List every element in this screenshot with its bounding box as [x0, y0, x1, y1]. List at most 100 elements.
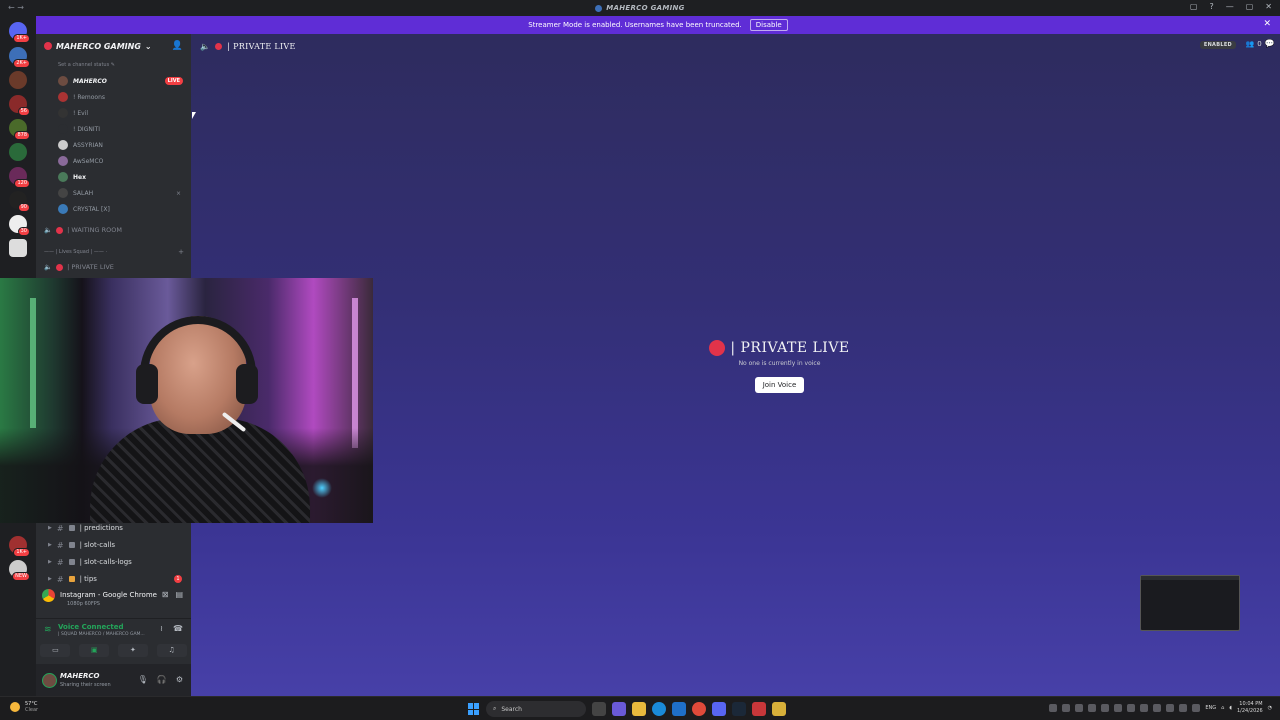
avatar: [58, 172, 68, 182]
inbox-icon[interactable]: ▢: [1190, 2, 1198, 11]
voice-channel-private-live[interactable]: 🔈 | PRIVATE LIVE: [44, 261, 184, 273]
disable-streamer-mode-button[interactable]: Disable: [749, 19, 788, 31]
stream-settings-icon[interactable]: ▤: [175, 590, 183, 599]
voice-user[interactable]: ! Evil: [58, 107, 183, 119]
voice-user[interactable]: MAHERCO LIVE: [58, 75, 183, 87]
guild-badge: 2K+: [13, 59, 30, 68]
language-indicator[interactable]: ENG: [1205, 705, 1216, 711]
tray-icon[interactable]: [1166, 704, 1175, 712]
voice-channel-waiting-room[interactable]: 🔈 | WAITING ROOM: [44, 224, 184, 236]
guild-icon[interactable]: 2K+: [9, 47, 30, 68]
tray-icon[interactable]: [1075, 704, 1084, 712]
avatar[interactable]: [42, 672, 57, 688]
steam-icon[interactable]: [732, 702, 746, 716]
server-header[interactable]: MAHERCO GAMING ⌄ 👤: [36, 34, 191, 58]
tray-icon[interactable]: [1062, 704, 1071, 712]
voice-user[interactable]: Hex: [58, 171, 183, 183]
disconnect-icon[interactable]: ☎: [173, 624, 183, 633]
guild-icon[interactable]: 1K+: [9, 536, 30, 557]
stop-stream-icon[interactable]: ⊠: [162, 590, 169, 599]
discord-icon[interactable]: [712, 702, 726, 716]
hash-icon: #: [56, 523, 64, 533]
chrome-icon[interactable]: [692, 702, 706, 716]
screen-share-icon[interactable]: ▣: [79, 643, 110, 657]
tray-icon[interactable]: [1192, 704, 1201, 712]
headphone-cup-right: [236, 364, 258, 404]
gear-icon[interactable]: ⚙: [176, 675, 183, 684]
noise-suppression-icon[interactable]: ≀: [160, 624, 163, 633]
voice-connected-status[interactable]: Voice Connected: [58, 623, 124, 631]
weather-widget[interactable]: 57°C Clear: [10, 701, 38, 713]
guild-icon[interactable]: 30: [9, 215, 30, 236]
guild-icon[interactable]: 120: [9, 167, 30, 188]
search-placeholder: Search: [501, 705, 522, 713]
chat-icon[interactable]: 💬: [1265, 39, 1275, 48]
warning-app-icon[interactable]: [772, 702, 786, 716]
maximize-button[interactable]: ▢: [1246, 2, 1254, 11]
guild-badge: 90: [17, 203, 30, 212]
voice-user[interactable]: AwSeMCO: [58, 155, 183, 167]
channel-slot-calls-logs[interactable]: ▶ # | slot-calls-logs: [36, 555, 191, 569]
copilot-icon[interactable]: [612, 702, 626, 716]
windows-taskbar: 57°C Clear ⌕ Search ENG ⌂ ◖ 10:04 PM 1/2…: [0, 696, 1280, 720]
guild-icon[interactable]: 878: [9, 119, 30, 140]
network-icon[interactable]: ⌂: [1221, 705, 1224, 711]
tray-icon[interactable]: [1114, 704, 1123, 712]
windows-start-icon[interactable]: [468, 703, 480, 715]
signal-icon[interactable]: ≋: [44, 625, 52, 635]
channel-status[interactable]: Set a channel status ✎: [58, 62, 115, 68]
help-icon[interactable]: ?: [1209, 2, 1213, 11]
headphones-icon[interactable]: 🎧: [157, 675, 167, 684]
volume-icon[interactable]: ◖: [1229, 705, 1232, 711]
guild-icon[interactable]: [9, 71, 27, 89]
camera-icon[interactable]: ▭: [40, 643, 71, 657]
store-icon[interactable]: [672, 702, 686, 716]
tray-icon[interactable]: [1049, 704, 1058, 712]
obs-icon[interactable]: [752, 702, 766, 716]
file-explorer-icon[interactable]: [632, 702, 646, 716]
voice-user[interactable]: SALAH ⨯: [58, 187, 183, 199]
user-controls: 🎙 🎧 ⚙: [138, 675, 183, 684]
tray-icon[interactable]: [1140, 704, 1149, 712]
guild-icon[interactable]: [9, 239, 27, 257]
tray-icon[interactable]: [1127, 704, 1136, 712]
task-view-icon[interactable]: [592, 702, 606, 716]
people-icon: 👥: [1245, 40, 1255, 48]
tray-icon[interactable]: [1153, 704, 1162, 712]
chevron-right-icon: ▶: [48, 542, 52, 548]
channel-slot-calls[interactable]: ▶ # | slot-calls: [36, 538, 191, 552]
guild-badge: 120: [14, 179, 30, 188]
guild-icon[interactable]: [9, 143, 27, 161]
tray-icon[interactable]: [1088, 704, 1097, 712]
add-channel-icon[interactable]: +: [178, 248, 184, 256]
voice-user[interactable]: ! DIGNITI: [58, 123, 183, 135]
voice-user[interactable]: ! Remoons: [58, 91, 183, 103]
close-button[interactable]: ✕: [1265, 2, 1272, 11]
screen-share-preview[interactable]: [1140, 575, 1240, 631]
nav-arrows[interactable]: ← →: [8, 3, 24, 12]
activities-icon[interactable]: ✦: [117, 643, 148, 657]
discord-home-icon[interactable]: 1K+: [9, 22, 30, 43]
channel-predictions[interactable]: ▶ # | predictions: [36, 521, 191, 535]
voice-user[interactable]: ASSYRIAN: [58, 139, 183, 151]
close-icon[interactable]: ✕: [1263, 19, 1271, 29]
microphone-icon[interactable]: 🎙: [138, 675, 148, 684]
join-voice-button[interactable]: Join Voice: [754, 377, 805, 393]
voice-user[interactable]: CRYSTAL [X]: [58, 203, 183, 215]
guild-icon[interactable]: 90: [9, 191, 30, 212]
participants-count[interactable]: 👥 0: [1246, 40, 1262, 48]
soundboard-icon[interactable]: ♫: [156, 643, 187, 657]
minimize-button[interactable]: —: [1226, 2, 1234, 11]
add-friend-icon[interactable]: 👤: [172, 41, 183, 51]
category-lives-squad[interactable]: —— | Lives Squad | —— · +: [44, 248, 184, 256]
edge-icon[interactable]: [652, 702, 666, 716]
clock[interactable]: 10:04 PM 1/24/2026: [1237, 701, 1263, 715]
streamer-mode-badge[interactable]: ENABLED: [1199, 41, 1236, 49]
taskbar-search[interactable]: ⌕ Search: [486, 701, 586, 717]
guild-icon[interactable]: 56: [9, 95, 30, 116]
guild-icon[interactable]: NEW: [9, 560, 30, 581]
notification-bell-icon[interactable]: ◔: [1268, 705, 1272, 711]
red-dot-icon: [215, 42, 223, 50]
tray-icon[interactable]: [1179, 704, 1188, 712]
tray-icon[interactable]: [1101, 704, 1110, 712]
